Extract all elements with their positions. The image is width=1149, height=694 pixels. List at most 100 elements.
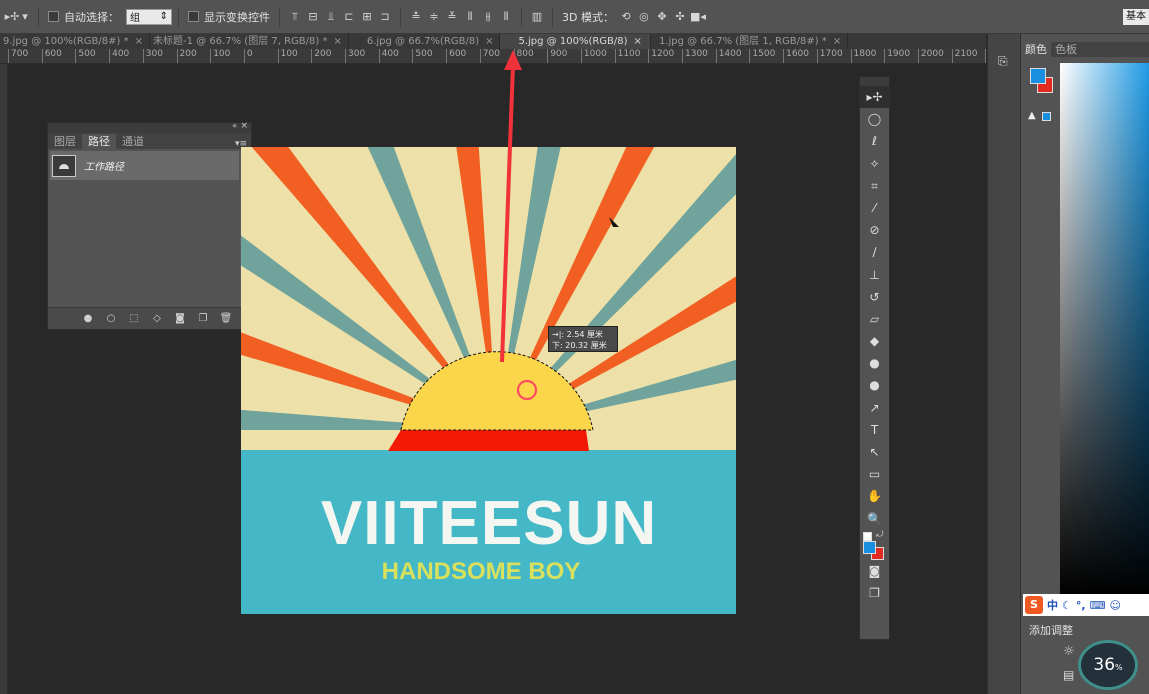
align-hcenter-icon[interactable]: ⊞ [358, 8, 376, 26]
levels-icon[interactable]: ▤ [1063, 668, 1074, 682]
user-icon[interactable]: ☺ [1109, 599, 1120, 612]
distribute-top-icon[interactable]: ≛ [407, 8, 425, 26]
crop-tool-icon[interactable]: ⌗ [860, 175, 889, 197]
blur-tool-icon[interactable]: ● [860, 352, 889, 374]
ruler-tick: 1200 [648, 49, 674, 63]
adjustments-label: 添加调整 [1029, 624, 1073, 637]
panel-title-strip[interactable]: « × [48, 121, 251, 133]
close-icon[interactable]: × [240, 121, 248, 131]
hand-tool-icon[interactable]: ✋ [860, 485, 889, 507]
workspace-switcher[interactable]: 基本 [1123, 9, 1149, 25]
align-top-icon[interactable]: ⫪ [286, 8, 304, 26]
path-selection-tool-icon[interactable]: ↖ [860, 441, 889, 463]
swap-colors-icon[interactable]: ⤾ [876, 530, 884, 540]
new-path-icon[interactable]: ❐ [196, 313, 210, 324]
path-row-work-path[interactable]: 工作路径 [50, 151, 239, 180]
scale-3d-icon[interactable]: ■◂ [689, 8, 707, 26]
gauge-value: 36 [1093, 655, 1116, 675]
moon-icon[interactable]: ☾ [1062, 599, 1072, 612]
vertical-ruler[interactable] [0, 64, 8, 694]
auto-select-checkbox[interactable]: 自动选择： [45, 0, 122, 34]
foreground-color-swatch[interactable] [1030, 68, 1046, 84]
document-canvas[interactable]: VIITEESUN HANDSOME BOY [241, 147, 736, 614]
foreground-color-swatch[interactable] [863, 540, 876, 554]
history-brush-tool-icon[interactable]: ↺ [860, 286, 889, 308]
align-right-icon[interactable]: ⊐ [376, 8, 394, 26]
gamut-color-swatch[interactable] [1042, 112, 1051, 121]
default-colors-icon[interactable] [863, 531, 872, 541]
distribute-vcenter-icon[interactable]: ≑ [425, 8, 443, 26]
align-vcenter-icon[interactable]: ⊟ [304, 8, 322, 26]
eraser-tool-icon[interactable]: ▱ [860, 308, 889, 330]
toolbox-title-strip[interactable] [860, 77, 889, 86]
lasso-tool-icon[interactable]: ℓ [860, 130, 889, 152]
ruler-tick: 200 [176, 49, 197, 63]
fill-path-icon[interactable]: ● [81, 313, 95, 324]
keyboard-icon[interactable]: ⌨ [1090, 599, 1106, 612]
separator [400, 6, 401, 27]
close-icon[interactable]: × [833, 34, 841, 49]
distribute-right-icon[interactable]: ⫴ [497, 8, 515, 26]
drag-3d-icon[interactable]: ✥ [653, 8, 671, 26]
dodge-tool-icon[interactable]: ● [860, 374, 889, 396]
history-icon[interactable]: ⎘ [998, 54, 1008, 69]
document-tab[interactable]: 1.jpg @ 66.7% (图层 1, RGB/8#) * × [651, 34, 849, 49]
tab-color[interactable]: 颜色 [1021, 42, 1051, 57]
clone-stamp-tool-icon[interactable]: ⊥ [860, 264, 889, 286]
ruler-tick: 200 [311, 49, 331, 63]
elliptical-marquee-tool-icon[interactable]: ◯ [860, 108, 889, 130]
rectangle-tool-icon[interactable]: ▭ [860, 463, 889, 485]
ime-language[interactable]: 中 [1047, 597, 1058, 613]
separator [521, 6, 522, 27]
rotate-3d-icon[interactable]: ⟲ [617, 8, 635, 26]
collapse-icon[interactable]: « [232, 121, 237, 130]
ruler-tick: 1300 [682, 49, 708, 63]
screen-mode-icon[interactable]: ❐ [860, 582, 889, 604]
tab-swatches[interactable]: 色板 [1051, 42, 1081, 57]
paint-bucket-tool-icon[interactable]: ◆ [860, 330, 889, 352]
roll-3d-icon[interactable]: ◎ [635, 8, 653, 26]
tab-channels[interactable]: 通道 [116, 134, 150, 149]
color-field[interactable] [1060, 63, 1149, 595]
slide-3d-icon[interactable]: ✣ [671, 8, 689, 26]
magic-wand-tool-icon[interactable]: ✧ [860, 153, 889, 175]
path-thumbnail [52, 154, 76, 177]
load-selection-icon[interactable]: ⬚ [127, 313, 141, 324]
move-tool-preset[interactable]: ▸✢ ▾ [0, 0, 32, 34]
close-icon[interactable]: × [333, 34, 341, 49]
make-work-path-icon[interactable]: ◇ [150, 313, 164, 324]
align-left-icon[interactable]: ⊏ [340, 8, 358, 26]
tab-label: 5.jpg @ 100%(RGB/8) [518, 36, 628, 47]
distribute-left-icon[interactable]: ⫴ [461, 8, 479, 26]
trash-icon[interactable]: 🗑 [219, 313, 233, 324]
distribute-bottom-icon[interactable]: ≚ [443, 8, 461, 26]
move-tool-icon[interactable]: ▸✢ [860, 86, 889, 109]
close-icon[interactable]: × [135, 34, 143, 49]
zoom-tool-icon[interactable]: 🔍 [860, 508, 889, 530]
brush-tool-icon[interactable]: ∕ [860, 241, 889, 263]
distribute-hcenter-icon[interactable]: ⫵ [479, 8, 497, 26]
auto-select-dropdown[interactable]: 组 ⇕ [126, 8, 172, 25]
brightness-icon[interactable]: ☼ [1063, 644, 1075, 659]
tab-layers[interactable]: 图层 [48, 134, 82, 149]
align-bottom-icon[interactable]: ⫫ [322, 8, 340, 26]
auto-align-icon[interactable]: ▥ [528, 8, 546, 26]
close-icon[interactable]: × [634, 34, 642, 49]
document-tab[interactable]: 6.jpg @ 66.7%(RGB/8) × [349, 34, 501, 49]
pen-tool-icon[interactable]: ↗ [860, 397, 889, 419]
quick-mask-icon[interactable]: ◙ [860, 560, 889, 582]
sogou-logo-icon: S [1025, 596, 1043, 614]
document-tab[interactable]: 未标题-1 @ 66.7% (图层 7, RGB/8) * × [150, 34, 349, 49]
healing-brush-tool-icon[interactable]: ⊘ [860, 219, 889, 241]
stroke-path-icon[interactable]: ○ [104, 313, 118, 324]
ime-toolbar[interactable]: S 中 ☾ °, ⌨ ☺ [1023, 594, 1149, 616]
chevron-down-icon: ▾ [22, 9, 28, 23]
tab-label: 9.jpg @ 100%(RGB/8#) * [3, 36, 129, 47]
add-mask-icon[interactable]: ◙ [173, 313, 187, 324]
show-transform-checkbox[interactable]: 显示变换控件 [185, 0, 273, 34]
punctuation-icon[interactable]: °, [1076, 599, 1086, 612]
eyedropper-tool-icon[interactable]: ⁄ [860, 197, 889, 219]
tab-paths[interactable]: 路径 [82, 134, 116, 149]
type-tool-icon[interactable]: T [860, 419, 889, 441]
document-tab[interactable]: 9.jpg @ 100%(RGB/8#) * × [0, 34, 151, 49]
